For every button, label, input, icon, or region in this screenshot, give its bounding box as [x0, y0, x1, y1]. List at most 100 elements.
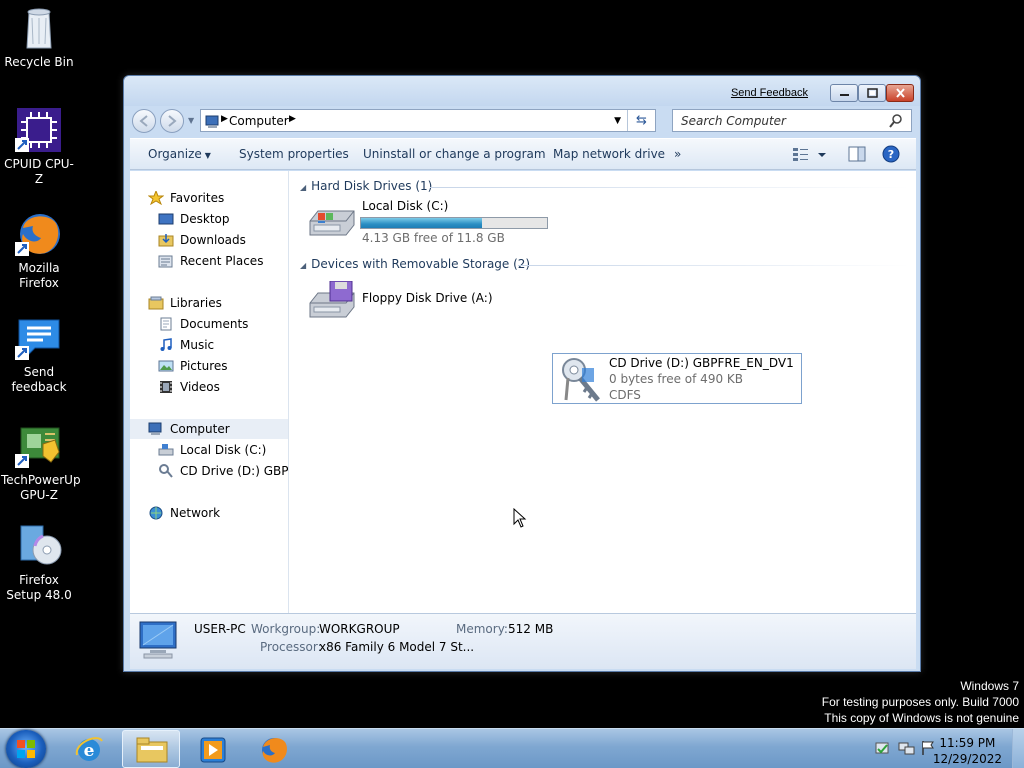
computer-monitor-icon [136, 620, 180, 665]
breadcrumb-computer[interactable]: Computer [229, 114, 289, 128]
breadcrumb-chevron-icon[interactable]: ▶ [221, 114, 228, 124]
taskbar-firefox[interactable] [246, 730, 304, 768]
recent-pages-chevron-icon[interactable]: ▼ [188, 116, 194, 125]
uninstall-program-button[interactable]: Uninstall or change a program [363, 147, 546, 161]
processor-label: Processor: [260, 640, 322, 654]
explorer-window: Send Feedback ▼ ▶ Computer ▶ ▼ ⇆ Search … [123, 75, 921, 672]
desktop-icon-gpuz[interactable]: TechPowerUp GPU-Z [1, 422, 81, 503]
drive-local-disk-c[interactable]: Local Disk (C:) 4.13 GB free of 11.8 GB [308, 199, 558, 245]
address-dropdown-icon[interactable]: ▼ [614, 116, 621, 126]
chevron-down-icon: ▼ [204, 151, 211, 160]
desktop-icon-label: TechPowerUp GPU-Z [1, 473, 81, 502]
computer-icon [148, 422, 164, 436]
more-commands-button[interactable]: » [674, 147, 681, 161]
breadcrumb-chevron-icon[interactable]: ▶ [289, 114, 296, 124]
command-bar: Organize ▼ System properties Uninstall or… [130, 138, 916, 170]
desktop-icon-send-feedback[interactable]: Send feedback [1, 314, 77, 395]
watermark-line-3: This copy of Windows is not genuine [824, 711, 1019, 725]
svg-text:?: ? [888, 148, 894, 161]
address-bar-row: ▼ ▶ Computer ▶ ▼ ⇆ Search Computer [124, 106, 920, 136]
nav-item-documents[interactable]: Documents [158, 314, 316, 334]
back-button[interactable] [132, 109, 156, 133]
clock-time: 11:59 PM [939, 736, 996, 750]
group-label: Hard Disk Drives (1) [311, 179, 433, 193]
action-center-icon[interactable] [874, 741, 892, 760]
desktop-icon-label: CPUID CPU-Z [4, 157, 74, 186]
taskbar-windows-explorer[interactable] [122, 730, 180, 768]
nav-item-libraries[interactable]: Libraries [148, 293, 306, 313]
nav-item-downloads[interactable]: Downloads [158, 230, 316, 250]
minimize-button[interactable] [830, 84, 858, 102]
start-button[interactable] [6, 730, 46, 768]
search-icon[interactable] [889, 114, 903, 131]
disk-usage-bar [360, 217, 548, 229]
star-icon [148, 189, 165, 205]
desktop-icon-label: Recycle Bin [4, 55, 74, 69]
desktop-icon-cpuz[interactable]: CPUID CPU-Z [1, 106, 77, 187]
search-box[interactable]: Search Computer [672, 109, 912, 132]
memory-value: 512 MB [508, 622, 554, 636]
hard-disk-icon [308, 203, 356, 242]
show-desktop-button[interactable] [1012, 729, 1024, 768]
nav-item-recent-places[interactable]: Recent Places [158, 251, 316, 271]
processor-value: x86 Family 6 Model 7 St... [319, 640, 475, 654]
system-properties-button[interactable]: System properties [239, 147, 349, 161]
desktop-icon-recycle-bin[interactable]: Recycle Bin [1, 4, 77, 70]
recycle-bin-icon [15, 4, 63, 52]
network-icon [148, 506, 164, 520]
close-button[interactable] [886, 84, 914, 102]
group-header-removable-storage[interactable]: ◢ Devices with Removable Storage (2) [300, 257, 910, 271]
change-view-button[interactable] [792, 146, 826, 165]
refresh-icon[interactable]: ⇆ [627, 110, 655, 131]
preview-pane-button[interactable] [848, 146, 866, 165]
cpuz-icon [15, 106, 63, 154]
drive-floppy-a[interactable]: Floppy Disk Drive (A:) [308, 277, 558, 327]
pictures-icon [158, 359, 174, 373]
nav-item-videos[interactable]: Videos [158, 377, 316, 397]
clock-date: 12/29/2022 [932, 752, 1002, 766]
drive-free-space: 0 bytes free of 490 KB [609, 372, 743, 386]
cd-drive-icon [158, 463, 174, 478]
clock[interactable]: 11:59 PM 12/29/2022 [933, 735, 1002, 767]
libraries-icon [148, 296, 164, 310]
desktop-icon-firefox[interactable]: Mozilla Firefox [1, 210, 77, 291]
arrow-cursor-icon [513, 507, 527, 531]
collapse-triangle-icon: ◢ [300, 261, 307, 270]
address-bar[interactable]: ▶ Computer ▶ ▼ ⇆ [200, 109, 656, 132]
nav-item-local-disk[interactable]: Local Disk (C:) [158, 440, 316, 460]
help-icon[interactable]: ? [882, 145, 900, 166]
workgroup-label: Workgroup: [251, 622, 321, 636]
cd-drive-icon [558, 356, 604, 407]
organize-button[interactable]: Organize ▼ [148, 147, 211, 161]
nav-item-cd-drive[interactable]: CD Drive (D:) GBPFR [158, 461, 288, 481]
send-feedback-icon [15, 314, 63, 362]
group-header-hard-disk-drives[interactable]: ◢ Hard Disk Drives (1) [300, 179, 910, 193]
navigation-pane: Favorites Desktop Downloads Recent Place… [130, 171, 289, 613]
content-area: Favorites Desktop Downloads Recent Place… [130, 171, 916, 613]
network-tray-icon[interactable] [898, 741, 916, 760]
nav-label: Network [170, 506, 221, 520]
taskbar-internet-explorer[interactable]: e [60, 730, 118, 768]
firefox-icon [259, 735, 289, 768]
details-pane: USER-PC Workgroup: WORKGROUP Memory: 512… [130, 613, 916, 669]
drive-cd-d[interactable]: CD Drive (D:) GBPFRE_EN_DV1 0 bytes free… [552, 353, 802, 404]
desktop-icon-firefox-setup[interactable]: Firefox Setup 48.0 [1, 522, 77, 603]
system-tray: 11:59 PM 12/29/2022 [854, 729, 1024, 768]
nav-item-favorites[interactable]: Favorites [148, 188, 306, 208]
nav-item-pictures[interactable]: Pictures [158, 356, 316, 376]
map-network-drive-button[interactable]: Map network drive [553, 147, 665, 161]
nav-item-desktop[interactable]: Desktop [158, 209, 316, 229]
computer-icon [205, 115, 221, 128]
nav-item-music[interactable]: Music [158, 335, 316, 355]
taskbar-media-player[interactable] [184, 730, 242, 768]
videos-icon [158, 380, 174, 394]
forward-button[interactable] [160, 109, 184, 133]
documents-icon [158, 317, 174, 331]
organize-label: Organize [148, 147, 202, 161]
nav-item-network[interactable]: Network [148, 503, 306, 523]
send-feedback-link[interactable]: Send Feedback [731, 87, 808, 99]
nav-item-computer[interactable]: Computer [130, 419, 288, 439]
maximize-button[interactable] [858, 84, 886, 102]
nav-label: Libraries [170, 296, 222, 310]
window-titlebar[interactable]: Send Feedback [124, 76, 920, 106]
